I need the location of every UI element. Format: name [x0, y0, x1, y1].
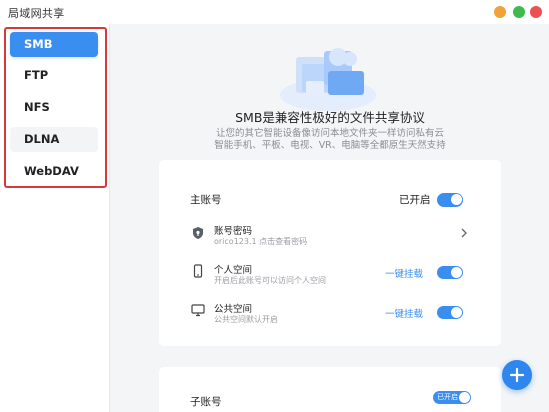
public-space-mount-link[interactable]: 一键挂载 — [385, 306, 423, 320]
account-password-hint: orico123.1 点击查看密码 — [214, 237, 308, 246]
personal-space-desc: 开启后此账号可以访问个人空间 — [214, 276, 326, 285]
main-account-label: 主账号 — [190, 194, 222, 206]
main-account-status: 已开启 — [399, 194, 431, 206]
sidebar-item-label: FTP — [24, 68, 49, 82]
page-headline: SMB是兼容性极好的文件共享协议 — [235, 110, 425, 125]
toggle-knob — [451, 194, 462, 205]
sidebar-item-dlna[interactable]: DLNA — [10, 127, 98, 152]
sidebar-item-label: SMB — [24, 37, 53, 51]
minimize-button[interactable] — [494, 6, 506, 18]
account-password-title: 账号密码 — [214, 226, 253, 237]
title-bar: 局域网共享 — [0, 0, 549, 24]
sidebar-item-label: WebDAV — [24, 164, 79, 178]
window-title: 局域网共享 — [8, 7, 65, 20]
sidebar-item-label: NFS — [24, 100, 50, 114]
sub-account-status: 已开启 — [437, 393, 458, 401]
sub-account-card: 子账号 已开启 — [159, 367, 501, 412]
chevron-right-icon — [461, 228, 467, 238]
sidebar-item-smb[interactable]: SMB — [10, 32, 98, 57]
description-line-2: 智能手机、平板、电视、VR、电脑等全都原生天然支持 — [214, 140, 446, 151]
sidebar-item-webdav[interactable]: WebDAV — [10, 159, 98, 184]
close-button[interactable] — [530, 6, 542, 18]
sidebar-item-nfs[interactable]: NFS — [10, 95, 98, 120]
maximize-button[interactable] — [513, 6, 525, 18]
phone-icon — [193, 264, 203, 278]
monitor-icon — [191, 304, 205, 317]
personal-space-mount-link[interactable]: 一键挂载 — [385, 266, 423, 280]
public-space-desc: 公共空间默认开启 — [214, 315, 278, 324]
public-space-title: 公共空间 — [214, 304, 253, 315]
add-button[interactable] — [502, 360, 532, 390]
sub-account-label: 子账号 — [190, 396, 222, 408]
sidebar-item-label: DLNA — [24, 132, 60, 146]
main-account-toggle[interactable] — [437, 193, 463, 207]
public-space-toggle[interactable] — [437, 306, 463, 319]
personal-space-title: 个人空间 — [214, 265, 253, 276]
toggle-knob — [451, 307, 462, 318]
sub-account-toggle[interactable]: 已开启 — [433, 391, 471, 404]
personal-space-toggle[interactable] — [437, 266, 463, 279]
main-content: SMB是兼容性极好的文件共享协议 让您的其它智能设备像访问本地文件夹一样访问私有… — [111, 24, 549, 412]
sidebar: SMB FTP NFS DLNA WebDAV — [0, 24, 110, 412]
toggle-knob — [451, 267, 462, 278]
main-account-card: 主账号 已开启 账号密码 orico123.1 点击查看密码 个人空间 开启后此… — [159, 160, 501, 346]
shield-lock-icon — [193, 227, 203, 239]
sidebar-item-ftp[interactable]: FTP — [10, 63, 98, 88]
plus-icon — [509, 367, 525, 383]
toggle-knob — [459, 392, 470, 403]
